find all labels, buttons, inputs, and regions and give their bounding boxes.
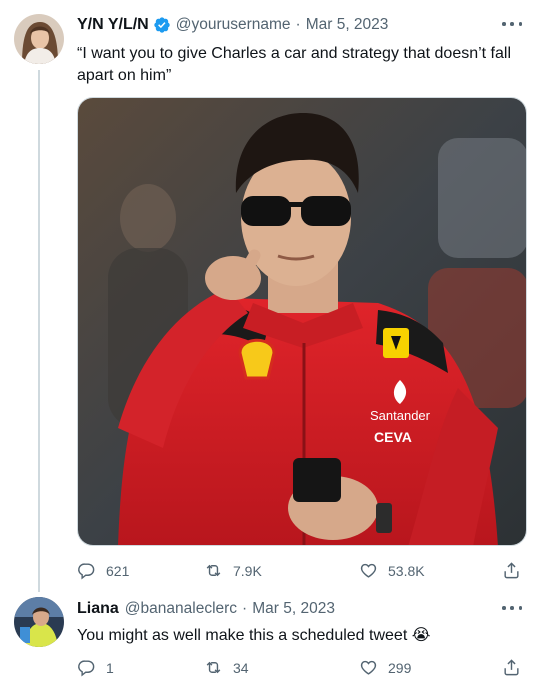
tweet-header: Y/N Y/L/N @yourusername · Mar 5, 2023 <box>77 14 388 36</box>
reply-author-display-name[interactable]: Liana <box>77 600 119 618</box>
share-icon <box>504 562 519 579</box>
author-display-name[interactable]: Y/N Y/L/N <box>77 16 149 34</box>
more-options-icon[interactable] <box>502 19 522 29</box>
thread-connector-line <box>38 70 40 592</box>
reply-count: 621 <box>106 562 130 579</box>
reply-retweet-count: 34 <box>233 659 249 676</box>
tweet-action-bar: 621 7.9K 53.8K <box>77 561 527 585</box>
retweet-icon <box>206 564 221 577</box>
tweet-date[interactable]: Mar 5, 2023 <box>306 16 389 34</box>
reply-text: You might as well make this a scheduled … <box>77 627 431 644</box>
reply-author-avatar[interactable] <box>14 597 64 647</box>
heart-icon <box>360 660 377 675</box>
reply-icon <box>78 563 95 580</box>
header-separator: · <box>295 16 301 33</box>
retweet-button[interactable]: 7.9K <box>204 561 262 580</box>
share-icon <box>504 659 519 676</box>
reply-action-bar: 1 34 299 <box>77 658 527 682</box>
reply-more-options-icon[interactable] <box>502 603 522 613</box>
tweet-text-line: “I want you to give Charles a car and st… <box>77 45 512 62</box>
reply-retweet-button[interactable]: 34 <box>204 658 249 677</box>
reply-share-button[interactable] <box>502 658 521 682</box>
reply-reply-count: 1 <box>106 659 114 676</box>
reply-icon <box>78 660 95 677</box>
tweet-media-photo[interactable]: Santander CEVA <box>77 97 527 546</box>
verified-badge-icon <box>153 16 171 34</box>
retweet-icon <box>206 661 221 674</box>
reply-like-button[interactable]: 299 <box>359 658 411 677</box>
santander-logo-text: Santander <box>370 408 431 423</box>
like-count: 53.8K <box>388 562 425 579</box>
reply-like-count: 299 <box>388 659 412 676</box>
like-button[interactable]: 53.8K <box>359 561 425 580</box>
reply-header: Liana @bananaleclerc · Mar 5, 2023 <box>77 598 335 620</box>
tweet-text: “I want you to give Charles a car and st… <box>77 43 527 87</box>
reply-author-handle[interactable]: @bananaleclerc <box>125 600 237 618</box>
ceva-logo-text: CEVA <box>374 429 412 445</box>
author-avatar[interactable] <box>14 14 64 64</box>
heart-icon <box>360 563 377 578</box>
share-button[interactable] <box>502 561 521 585</box>
reply-header-separator: · <box>242 600 248 617</box>
retweet-count: 7.9K <box>233 562 262 579</box>
tweet-text-line: apart on him” <box>77 67 172 84</box>
author-handle[interactable]: @yourusername <box>176 16 291 34</box>
reply-date[interactable]: Mar 5, 2023 <box>252 600 335 618</box>
reply-reply-button[interactable]: 1 <box>77 658 114 677</box>
reply-button[interactable]: 621 <box>77 561 129 580</box>
